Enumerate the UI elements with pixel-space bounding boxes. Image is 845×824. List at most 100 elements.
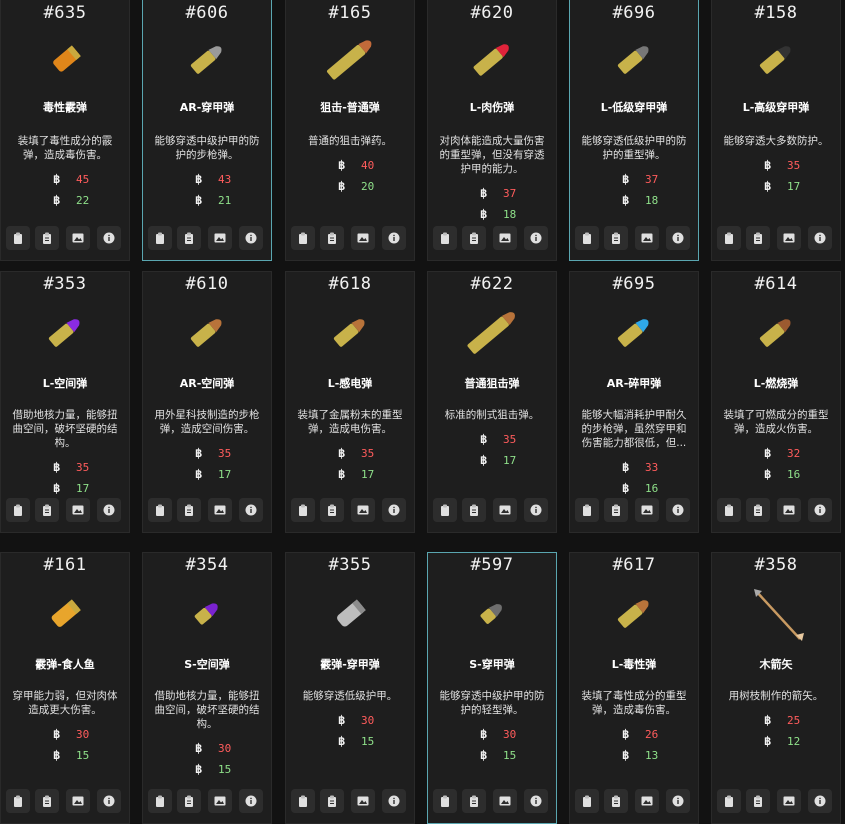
ammo-card[interactable]: #597 S-穿甲弹 能够穿透中级护甲的防护的轻型弹。 ฿ 30 ฿ 15 <box>427 552 557 824</box>
image-button[interactable] <box>351 498 375 522</box>
image-button[interactable] <box>777 498 801 522</box>
copy-button[interactable] <box>717 498 741 522</box>
image-button[interactable] <box>635 226 659 250</box>
copy-button[interactable] <box>433 498 457 522</box>
copy-button[interactable] <box>433 789 457 813</box>
info-button[interactable] <box>666 498 690 522</box>
info-button[interactable] <box>239 226 263 250</box>
copy-button[interactable] <box>291 789 315 813</box>
details-button[interactable] <box>462 498 486 522</box>
info-button[interactable] <box>97 789 121 813</box>
copy-button[interactable] <box>575 226 599 250</box>
details-button[interactable] <box>320 789 344 813</box>
info-button[interactable] <box>382 498 406 522</box>
details-button[interactable] <box>35 498 59 522</box>
ammo-card[interactable]: #614 L-燃烧弹 装填了可燃成分的重型弹，造成火伤害。 ฿ 32 ฿ 16 <box>711 271 841 533</box>
ammo-card[interactable]: #617 L-毒性弹 装填了毒性成分的重型弹，造成毒伤害。 ฿ 26 ฿ 13 <box>569 552 699 824</box>
details-button[interactable] <box>746 226 770 250</box>
copy-button[interactable] <box>291 226 315 250</box>
ammo-card[interactable]: #158 L-高级穿甲弹 能够穿透大多数防护。 ฿ 35 ฿ 17 <box>711 0 841 261</box>
copy-button[interactable] <box>148 226 172 250</box>
info-button[interactable] <box>808 498 832 522</box>
copy-button[interactable] <box>433 226 457 250</box>
ammo-card[interactable]: #606 AR-穿甲弹 能够穿透中级护甲的防护的步枪弹。 ฿ 43 ฿ 21 <box>142 0 272 261</box>
info-button[interactable] <box>808 789 832 813</box>
details-button[interactable] <box>462 226 486 250</box>
details-button[interactable] <box>604 789 628 813</box>
image-button[interactable] <box>635 498 659 522</box>
image-button[interactable] <box>493 226 517 250</box>
info-button[interactable] <box>382 226 406 250</box>
ammo-card[interactable]: #622 普通狙击弹 标准的制式狙击弹。 ฿ 35 ฿ 17 <box>427 271 557 533</box>
image-button[interactable] <box>493 789 517 813</box>
copy-button[interactable] <box>6 226 30 250</box>
ammo-card[interactable]: #165 狙击-普通弹 普通的狙击弹药。 ฿ 40 ฿ 20 <box>285 0 415 261</box>
info-button[interactable] <box>524 226 548 250</box>
info-button[interactable] <box>524 498 548 522</box>
details-button[interactable] <box>604 498 628 522</box>
details-button[interactable] <box>320 226 344 250</box>
ammo-card[interactable]: #353 L-空间弹 借助地核力量，能够扭曲空间，破坏坚硬的结构。 ฿ 35 ฿ 17 <box>0 271 130 533</box>
image-button[interactable] <box>208 226 232 250</box>
currency-icon: ฿ <box>480 207 488 221</box>
image-button[interactable] <box>66 789 90 813</box>
ammo-card[interactable]: #354 S-空间弹 借助地核力量，能够扭曲空间，破坏坚硬的结构。 ฿ 30 ฿ 15 <box>142 552 272 824</box>
details-button[interactable] <box>177 226 201 250</box>
image-button[interactable] <box>208 498 232 522</box>
copy-button[interactable] <box>291 498 315 522</box>
copy-button[interactable] <box>148 498 172 522</box>
info-button[interactable] <box>666 226 690 250</box>
image-button[interactable] <box>777 789 801 813</box>
copy-button[interactable] <box>717 226 741 250</box>
details-button[interactable] <box>462 789 486 813</box>
info-button[interactable] <box>808 226 832 250</box>
copy-button[interactable] <box>717 789 741 813</box>
shotgun-slug-silver-icon <box>337 599 366 627</box>
copy-button[interactable] <box>6 498 30 522</box>
image-button[interactable] <box>493 498 517 522</box>
copy-button[interactable] <box>148 789 172 813</box>
ammo-id: #161 <box>43 555 87 575</box>
image-button[interactable] <box>635 789 659 813</box>
ammo-card[interactable]: #696 L-低级穿甲弹 能够穿透低级护甲的防护的重型弹。 ฿ 37 ฿ 18 <box>569 0 699 261</box>
details-button[interactable] <box>746 789 770 813</box>
ammo-card[interactable]: #161 霰弹-食人鱼 穿甲能力弱，但对肉体造成更大伤害。 ฿ 30 ฿ 15 <box>0 552 130 824</box>
ammo-card[interactable]: #358 木箭矢 用树枝制作的箭矢。 ฿ 25 ฿ 12 <box>711 552 841 824</box>
ammo-description: 对肉体能造成大量伤害的重型弹，但没有穿透护甲的能力。 <box>439 135 545 175</box>
image-button[interactable] <box>351 226 375 250</box>
image-button[interactable] <box>208 789 232 813</box>
clipboard-icon <box>725 504 733 516</box>
ammo-card[interactable]: #610 AR-空间弹 用外星科技制造的步枪弹，造成空间伤害。 ฿ 35 ฿ 17 <box>142 271 272 533</box>
penetration-value-row: ฿ 17 <box>480 453 516 467</box>
info-button[interactable] <box>382 789 406 813</box>
details-button[interactable] <box>35 226 59 250</box>
details-button[interactable] <box>746 498 770 522</box>
ammo-card[interactable]: #618 L-感电弹 装填了金属粉末的重型弹，造成电伤害。 ฿ 35 ฿ 17 <box>285 271 415 533</box>
ammo-card[interactable]: #355 霰弹-穿甲弹 能够穿透低级护甲。 ฿ 30 ฿ 15 <box>285 552 415 824</box>
info-button[interactable] <box>666 789 690 813</box>
info-button[interactable] <box>97 498 121 522</box>
image-button[interactable] <box>777 226 801 250</box>
details-button[interactable] <box>177 789 201 813</box>
details-button[interactable] <box>320 498 344 522</box>
info-button[interactable] <box>97 226 121 250</box>
heavy-bullet-black-tip-icon <box>759 46 791 74</box>
image-icon <box>214 505 226 515</box>
ammo-card[interactable]: #635 毒性霰弹 装填了毒性成分的霰弹，造成毒伤害。 ฿ 45 ฿ 22 <box>0 0 130 261</box>
ammo-card[interactable]: #620 L-肉伤弹 对肉体能造成大量伤害的重型弹，但没有穿透护甲的能力。 ฿ 37 ฿ 1… <box>427 0 557 261</box>
copy-button[interactable] <box>575 498 599 522</box>
image-button[interactable] <box>66 498 90 522</box>
image-button[interactable] <box>351 789 375 813</box>
details-button[interactable] <box>604 226 628 250</box>
ammo-card[interactable]: #695 AR-碎甲弹 能够大幅消耗护甲耐久的步枪弹，虽然穿甲和伤害能力都很低，但.… <box>569 271 699 533</box>
info-button[interactable] <box>239 789 263 813</box>
copy-button[interactable] <box>575 789 599 813</box>
image-button[interactable] <box>66 226 90 250</box>
currency-icon: ฿ <box>764 713 772 727</box>
info-button[interactable] <box>524 789 548 813</box>
image-icon <box>72 796 84 806</box>
info-button[interactable] <box>239 498 263 522</box>
details-button[interactable] <box>35 789 59 813</box>
copy-button[interactable] <box>6 789 30 813</box>
details-button[interactable] <box>177 498 201 522</box>
